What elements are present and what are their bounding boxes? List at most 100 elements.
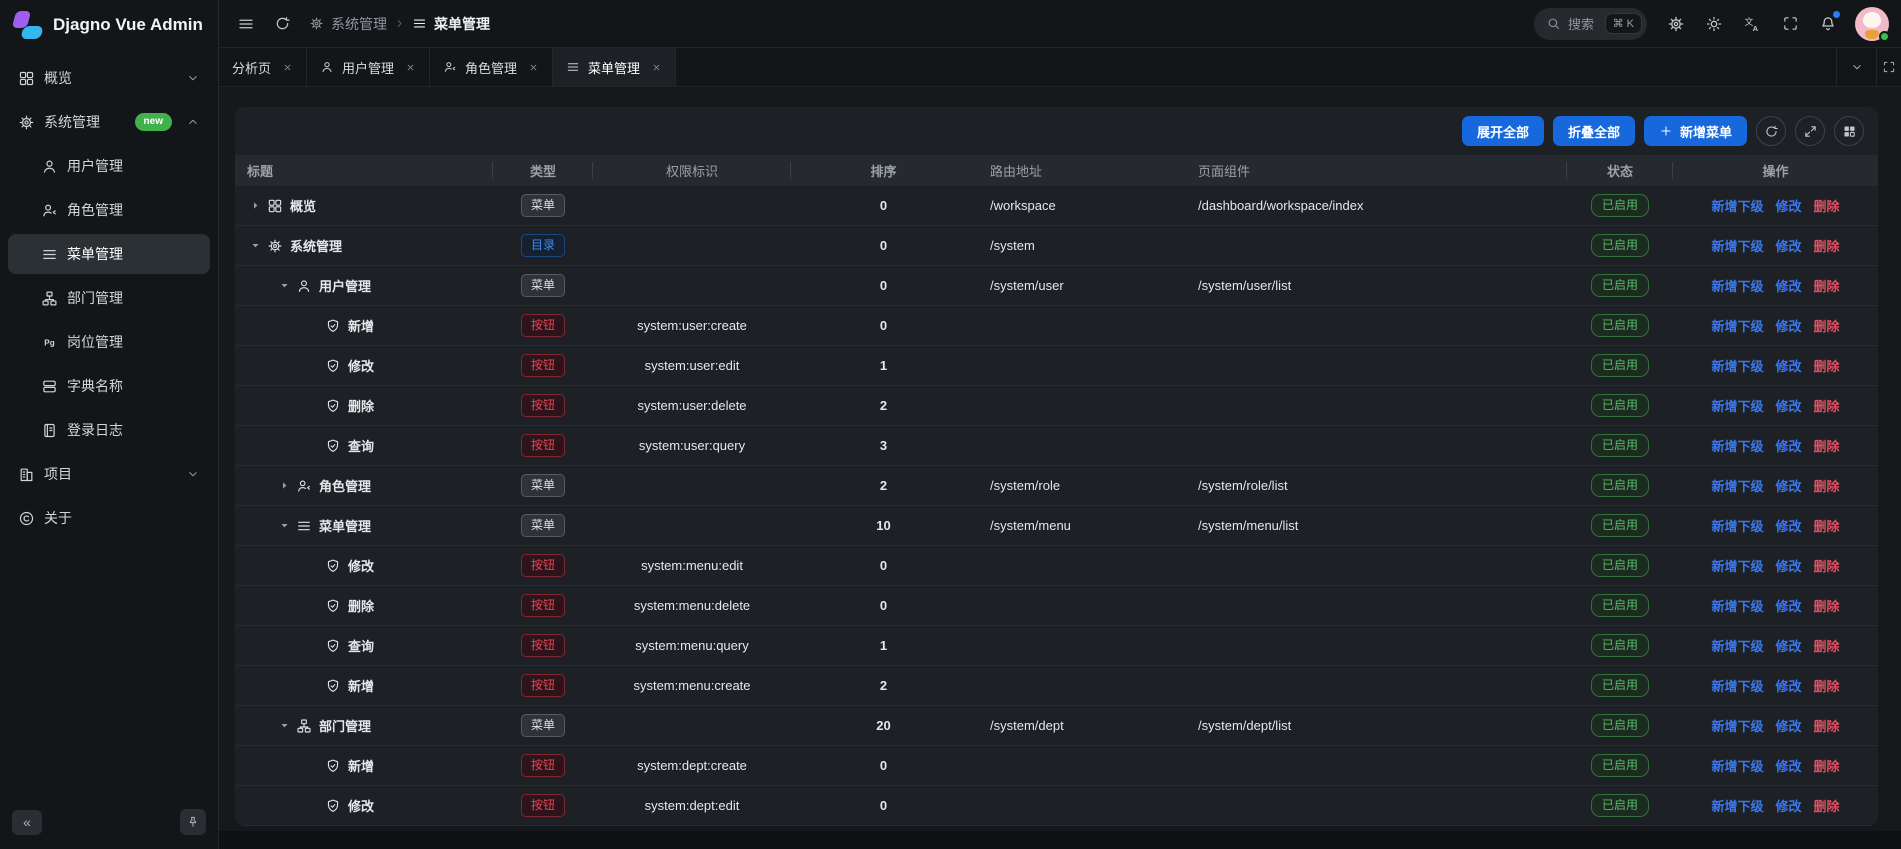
caret-down-icon[interactable]	[276, 279, 292, 292]
action-edit[interactable]: 修改	[1775, 236, 1801, 255]
tab-close-icon[interactable]	[282, 62, 293, 73]
action-delete[interactable]: 删除	[1814, 716, 1840, 735]
add-menu-button[interactable]: 新增菜单	[1644, 116, 1747, 146]
tabs: 分析页用户管理角色管理菜单管理	[219, 48, 676, 86]
action-add-child[interactable]: 新增下级	[1711, 756, 1763, 775]
route-value: /system/menu	[990, 518, 1071, 533]
action-edit[interactable]: 修改	[1775, 356, 1801, 375]
sidebar-item-about[interactable]: 关于	[8, 498, 210, 538]
sidebar-pin-button[interactable]	[180, 809, 206, 835]
avatar[interactable]	[1855, 7, 1889, 41]
action-add-child[interactable]: 新增下级	[1711, 276, 1763, 295]
menu-toggle-icon[interactable]	[229, 7, 263, 41]
tab-close-icon[interactable]	[651, 62, 662, 73]
action-add-child[interactable]: 新增下级	[1711, 516, 1763, 535]
action-delete[interactable]: 删除	[1814, 556, 1840, 575]
expand-all-button[interactable]: 展开全部	[1462, 116, 1544, 146]
sidebar-item-menu-management[interactable]: 菜单管理	[8, 234, 210, 274]
action-delete[interactable]: 删除	[1814, 196, 1840, 215]
action-edit[interactable]: 修改	[1775, 556, 1801, 575]
action-add-child[interactable]: 新增下级	[1711, 556, 1763, 575]
action-edit[interactable]: 修改	[1775, 756, 1801, 775]
action-edit[interactable]: 修改	[1775, 796, 1801, 815]
permission-value: system:user:query	[639, 438, 745, 453]
action-delete[interactable]: 删除	[1814, 276, 1840, 295]
search-input[interactable]: 搜索 ⌘ K	[1534, 8, 1647, 40]
action-edit[interactable]: 修改	[1775, 516, 1801, 535]
breadcrumb-item[interactable]: 系统管理	[331, 14, 387, 34]
caret-down-icon[interactable]	[276, 719, 292, 732]
action-edit[interactable]: 修改	[1775, 676, 1801, 695]
action-add-child[interactable]: 新增下级	[1711, 396, 1763, 415]
action-delete[interactable]: 删除	[1814, 236, 1840, 255]
caret-down-icon[interactable]	[276, 519, 292, 532]
action-delete[interactable]: 删除	[1814, 356, 1840, 375]
fullscreen-icon[interactable]	[1773, 7, 1807, 41]
notification-icon[interactable]	[1811, 7, 1845, 41]
tab-role-management[interactable]: 角色管理	[430, 48, 553, 86]
action-add-child[interactable]: 新增下级	[1711, 436, 1763, 455]
action-delete[interactable]: 删除	[1814, 636, 1840, 655]
tab-menu-management[interactable]: 菜单管理	[553, 48, 676, 86]
app-logo[interactable]: Djagno Vue Admin	[0, 0, 218, 50]
caret-down-icon[interactable]	[247, 239, 263, 252]
action-add-child[interactable]: 新增下级	[1711, 676, 1763, 695]
action-delete[interactable]: 删除	[1814, 396, 1840, 415]
action-delete[interactable]: 删除	[1814, 436, 1840, 455]
action-edit[interactable]: 修改	[1775, 436, 1801, 455]
action-edit[interactable]: 修改	[1775, 316, 1801, 335]
tabs-maximize-icon[interactable]	[1876, 48, 1901, 86]
table-refresh-icon[interactable]	[1756, 116, 1786, 146]
action-edit[interactable]: 修改	[1775, 196, 1801, 215]
sidebar-item-system-management[interactable]: 系统管理new	[8, 102, 210, 142]
caret-right-icon[interactable]	[247, 199, 263, 212]
action-add-child[interactable]: 新增下级	[1711, 196, 1763, 215]
sidebar-item-user-management[interactable]: 用户管理	[8, 146, 210, 186]
action-add-child[interactable]: 新增下级	[1711, 596, 1763, 615]
sidebar-item-dept-management[interactable]: 部门管理	[8, 278, 210, 318]
tab-close-icon[interactable]	[528, 62, 539, 73]
action-edit[interactable]: 修改	[1775, 636, 1801, 655]
action-add-child[interactable]: 新增下级	[1711, 356, 1763, 375]
action-add-child[interactable]: 新增下级	[1711, 236, 1763, 255]
action-edit[interactable]: 修改	[1775, 596, 1801, 615]
action-delete[interactable]: 删除	[1814, 796, 1840, 815]
table-columns-icon[interactable]	[1834, 116, 1864, 146]
sidebar-item-overview[interactable]: 概览	[8, 58, 210, 98]
action-add-child[interactable]: 新增下级	[1711, 636, 1763, 655]
language-icon[interactable]: 文A	[1735, 7, 1769, 41]
action-delete[interactable]: 删除	[1814, 756, 1840, 775]
action-edit[interactable]: 修改	[1775, 476, 1801, 495]
action-add-child[interactable]: 新增下级	[1711, 716, 1763, 735]
tab-analysis[interactable]: 分析页	[219, 48, 307, 86]
sidebar-item-post-management[interactable]: Pg岗位管理	[8, 322, 210, 362]
action-add-child[interactable]: 新增下级	[1711, 316, 1763, 335]
action-delete[interactable]: 删除	[1814, 316, 1840, 335]
action-add-child[interactable]: 新增下级	[1711, 476, 1763, 495]
action-delete[interactable]: 删除	[1814, 596, 1840, 615]
sidebar-collapse-button[interactable]: «	[12, 810, 42, 835]
page-refresh-icon[interactable]	[265, 7, 299, 41]
action-add-child[interactable]: 新增下级	[1711, 796, 1763, 815]
table-fullscreen-icon[interactable]	[1795, 116, 1825, 146]
order-cell: 2	[791, 666, 976, 705]
theme-icon[interactable]	[1697, 7, 1731, 41]
sidebar-item-dict-name[interactable]: 字典名称	[8, 366, 210, 406]
action-edit[interactable]: 修改	[1775, 276, 1801, 295]
sidebar-item-project[interactable]: 项目	[8, 454, 210, 494]
action-edit[interactable]: 修改	[1775, 396, 1801, 415]
type-cell: 按钮	[493, 546, 593, 585]
action-delete[interactable]: 删除	[1814, 476, 1840, 495]
action-delete[interactable]: 删除	[1814, 676, 1840, 695]
order-cell: 0	[791, 186, 976, 225]
collapse-all-button[interactable]: 折叠全部	[1553, 116, 1635, 146]
sidebar-item-role-management[interactable]: 角色管理	[8, 190, 210, 230]
tab-close-icon[interactable]	[405, 62, 416, 73]
action-edit[interactable]: 修改	[1775, 716, 1801, 735]
caret-right-icon[interactable]	[276, 479, 292, 492]
action-delete[interactable]: 删除	[1814, 516, 1840, 535]
sidebar-item-login-log[interactable]: 登录日志	[8, 410, 210, 450]
settings-icon[interactable]	[1659, 7, 1693, 41]
tab-user-management[interactable]: 用户管理	[307, 48, 430, 86]
tabs-dropdown-icon[interactable]	[1836, 48, 1876, 86]
